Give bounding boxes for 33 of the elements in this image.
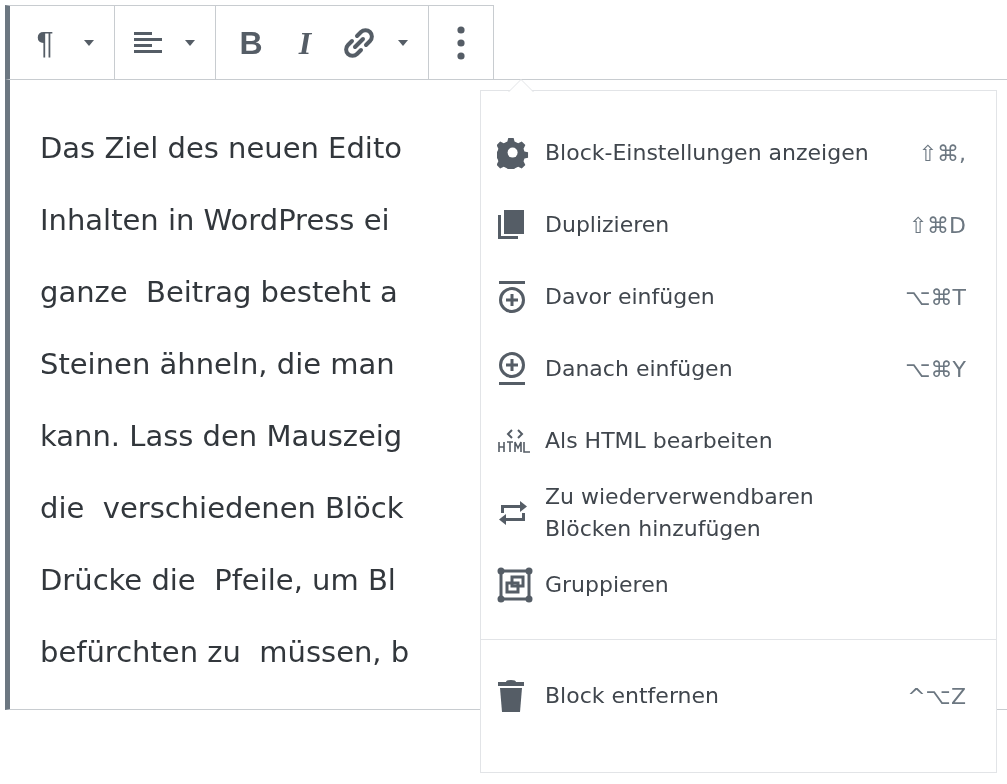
more-icon: [457, 25, 465, 60]
menu-item[interactable]: Gruppieren: [481, 549, 996, 621]
menu-item[interactable]: Als HTML bearbeiten: [481, 405, 996, 477]
format-button[interactable]: B: [226, 20, 276, 65]
format-button[interactable]: ¶: [20, 20, 70, 65]
paragraph-line: Das Ziel des neuen Edito: [40, 130, 402, 167]
paragraph-line: Drücke die Pfeile, um Bl: [40, 562, 396, 599]
paragraph-line: Inhalten in WordPress ei: [40, 202, 390, 239]
copy-icon: [497, 209, 525, 241]
menu-item[interactable]: Block entfernen ^⌥Z: [481, 660, 996, 732]
menu-item[interactable]: Danach einfügen ⌥⌘Y: [481, 333, 996, 405]
paragraph-line: befürchten zu müssen, b: [40, 634, 410, 671]
paragraph-line: kann. Lass den Mauszeig: [40, 418, 403, 455]
repeat-icon: [497, 499, 529, 527]
format-button[interactable]: I: [280, 20, 330, 65]
caret-icon: [185, 38, 195, 47]
html-icon: [497, 428, 533, 454]
paragraph-line: ganze Beitrag besteht a: [40, 274, 398, 311]
menu-item[interactable]: Davor einfügen ⌥⌘T: [481, 261, 996, 333]
group-icon: [497, 567, 533, 603]
paragraph-line: Steinen ähneln, die man: [40, 346, 395, 383]
align-left-icon: [133, 29, 163, 56]
insert-after-icon: [497, 352, 527, 386]
menu-item[interactable]: Block-Einstellungen anzeigen ⇧⌘,: [481, 117, 996, 189]
paragraph-line: die verschiedenen Blöck: [40, 490, 404, 527]
trash-icon: [497, 679, 525, 713]
link-icon: [342, 25, 376, 60]
menu-item[interactable]: Duplizieren ⇧⌘D: [481, 189, 996, 261]
caret-icon: [398, 38, 408, 47]
caret-icon: [84, 38, 94, 47]
insert-before-icon: [497, 280, 527, 314]
menu-item[interactable]: Zu wiederverwendbaren Blöcken hinzufügen: [481, 477, 996, 549]
settings-icon: [497, 137, 529, 169]
